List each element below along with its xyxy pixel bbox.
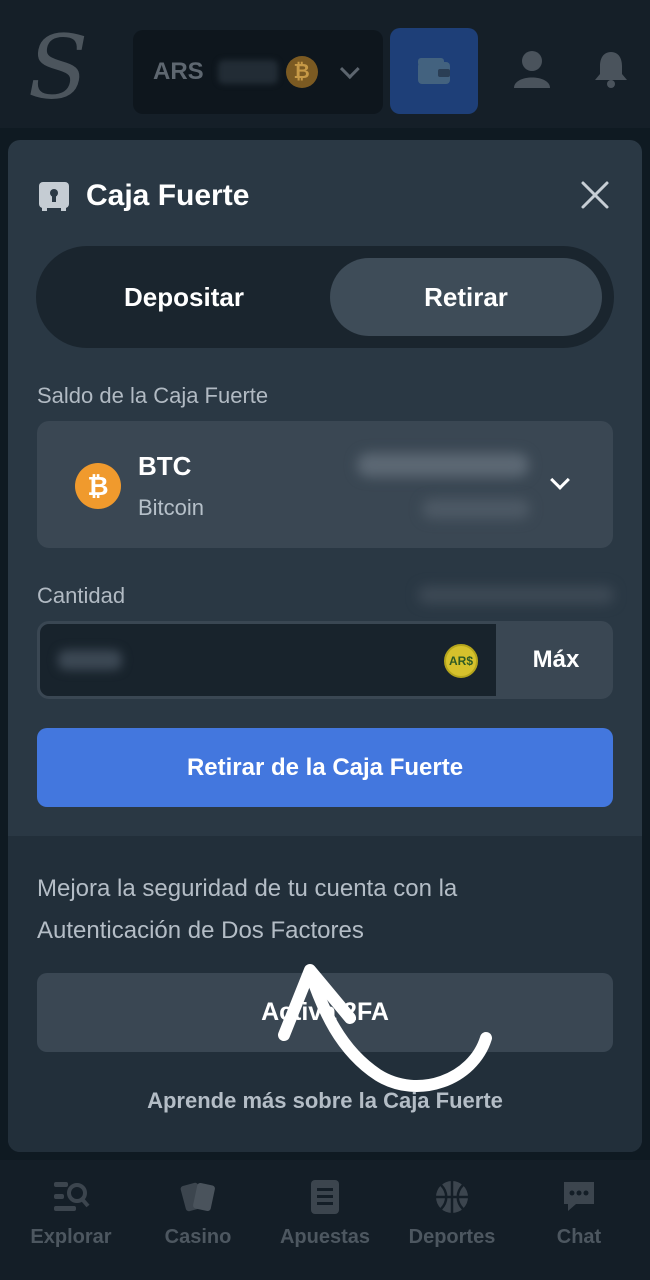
nav-casino-label: Casino	[164, 1226, 232, 1248]
vault-balance-hidden	[357, 453, 529, 477]
chevron-down-icon	[339, 59, 360, 80]
nav-sports-label: Deportes	[408, 1226, 496, 1248]
tab-withdraw[interactable]: Retirar	[330, 258, 602, 336]
twofa-description: Mejora la seguridad de tu cuenta con la …	[37, 875, 458, 944]
tab-deposit[interactable]: Depositar	[48, 258, 320, 336]
ars-currency-icon: AR$	[444, 644, 478, 678]
nav-chat[interactable]: Chat	[514, 1178, 644, 1249]
explore-icon	[54, 1182, 90, 1211]
vault-modal: Caja Fuerte Depositar Retirar Saldo de l…	[8, 140, 642, 1152]
wallet-button[interactable]	[390, 28, 478, 114]
brand-logo[interactable]: S	[18, 18, 98, 118]
bitcoin-coin-icon: ₿	[285, 56, 318, 88]
withdraw-button[interactable]: Retirar de la Caja Fuerte	[37, 728, 613, 807]
chat-icon	[564, 1182, 594, 1211]
balance-amount-hidden	[217, 60, 278, 84]
amount-input[interactable]: AR$	[37, 621, 499, 699]
modal-title: Caja Fuerte	[86, 179, 250, 212]
currency-code: BTC	[138, 451, 192, 481]
modal-header: Caja Fuerte	[38, 176, 249, 216]
user-icon[interactable]	[512, 50, 552, 88]
top-bar: S ARS ₿	[0, 0, 650, 128]
balance-label: Saldo de la Caja Fuerte	[37, 383, 269, 408]
bottom-nav: Explorar Casino Apuestas Deportes Chat	[0, 1160, 650, 1280]
currency-name: Bitcoin	[138, 495, 205, 520]
deposit-withdraw-tabs: Depositar Retirar	[36, 246, 614, 348]
balance-selector[interactable]: ARS ₿	[133, 30, 383, 114]
vault-balance-fiat-hidden	[422, 499, 530, 519]
basketball-icon	[436, 1181, 468, 1213]
nav-explore[interactable]: Explorar	[6, 1178, 136, 1249]
wallet-icon	[418, 58, 450, 84]
nav-bets-label: Apuestas	[279, 1226, 371, 1248]
betslip-icon	[311, 1180, 339, 1214]
amount-value-hidden	[58, 650, 122, 670]
nav-casino[interactable]: Casino	[133, 1178, 263, 1249]
chevron-down-icon	[550, 470, 570, 490]
cards-icon	[180, 1182, 215, 1212]
nav-sports[interactable]: Deportes	[387, 1178, 517, 1249]
nav-chat-label: Chat	[556, 1226, 602, 1248]
available-amount-hidden	[418, 586, 614, 604]
currency-select[interactable]: ₿ BTC Bitcoin	[37, 421, 613, 548]
nav-explore-label: Explorar	[30, 1226, 112, 1248]
max-button[interactable]: Máx	[499, 621, 613, 699]
balance-currency: ARS	[153, 58, 204, 85]
safe-icon	[39, 182, 69, 211]
bell-icon[interactable]	[592, 50, 630, 88]
close-icon[interactable]	[578, 178, 612, 212]
bitcoin-icon: ₿	[75, 463, 121, 509]
curved-arrow-icon	[278, 964, 492, 1092]
nav-bets[interactable]: Apuestas	[260, 1178, 390, 1249]
amount-label: Cantidad	[37, 583, 126, 608]
